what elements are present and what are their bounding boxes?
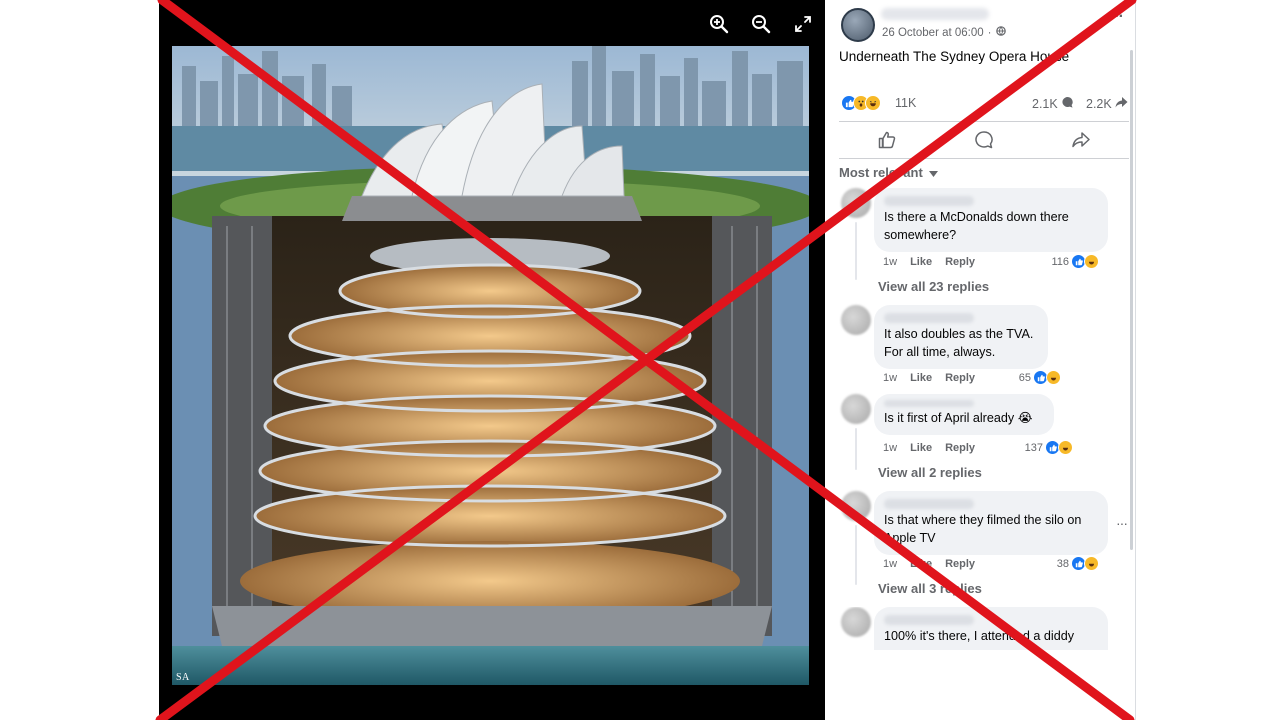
comment-bubble: Is that where they filmed the silo on Ap… [874, 491, 1108, 555]
comment-reactions[interactable]: 65 [1019, 370, 1061, 385]
comment-text-line2: Apple TV [884, 531, 936, 545]
comment-text-line1: Is there a McDonalds down there [884, 210, 1069, 224]
author-name-blurred[interactable] [881, 8, 989, 20]
comment-reply-link[interactable]: Reply [945, 442, 975, 454]
comment-time[interactable]: 1w [883, 442, 897, 454]
comment-reactions[interactable]: 116 [1051, 254, 1099, 269]
comment-like-link[interactable]: Like [910, 372, 932, 384]
comment-time[interactable]: 1w [883, 372, 897, 384]
comment-text-line2: For all time, always. [884, 345, 996, 359]
reply-thread-line [855, 222, 857, 280]
comment-reactions[interactable]: 137 [1025, 440, 1073, 455]
photo-viewer: SA [159, 0, 825, 720]
comment-time[interactable]: 1w [883, 558, 897, 570]
commenter-name-blurred[interactable] [884, 615, 974, 625]
post-panel: 26 October at 06:00 · ··· Underneath The… [825, 0, 1136, 720]
comment-text-line1: It also doubles as the TVA. [884, 327, 1034, 341]
thumbs-up-icon [879, 131, 896, 149]
comment-more-icon[interactable]: ··· [1116, 515, 1128, 531]
sort-label: Most relevant [839, 165, 923, 180]
author-avatar[interactable] [841, 8, 875, 42]
comment-sort-dropdown[interactable]: Most relevant [839, 165, 938, 180]
post-header: 26 October at 06:00 · ··· [839, 6, 1129, 46]
like-button[interactable] [857, 125, 917, 155]
comment-item: It also doubles as the TVA. For all time… [839, 305, 1129, 390]
avatar[interactable] [841, 305, 871, 335]
meta-separator: · [987, 26, 992, 39]
comment-text-line1: 100% it's there, I attended a diddy [884, 629, 1075, 643]
comment-bubble: Is it first of April already 😭 [874, 394, 1054, 435]
haha-icon [1084, 254, 1099, 269]
avatar[interactable] [841, 607, 871, 637]
share-button[interactable] [1051, 125, 1111, 155]
comment-reply-link[interactable]: Reply [945, 372, 975, 384]
share-arrow-icon [1115, 96, 1128, 112]
caret-down-icon [928, 165, 938, 180]
zoom-in-icon[interactable] [707, 10, 731, 38]
haha-icon [1046, 370, 1061, 385]
fullscreen-icon[interactable] [791, 10, 815, 38]
comment-item: Is there a McDonalds down there somewher… [839, 188, 1129, 294]
reactions-summary: 11K 2.1K 2.2K [839, 93, 1129, 113]
scrollbar[interactable] [1130, 50, 1133, 550]
viewer-toolbar [707, 10, 815, 38]
comment-meta: 1w Like Reply [883, 372, 988, 384]
watermark: SA [176, 672, 190, 683]
comment-reactions[interactable]: 38 [1057, 556, 1099, 571]
avatar[interactable] [841, 394, 871, 424]
comment-icon [975, 131, 993, 149]
haha-icon [1058, 440, 1073, 455]
comment-text-line1: Is that where they filmed the silo on [884, 513, 1082, 527]
panel-fade [825, 650, 1135, 720]
share-icon [1071, 132, 1090, 148]
globe-icon [995, 26, 1006, 39]
view-replies-link[interactable]: View all 23 replies [878, 279, 989, 294]
comment-count[interactable]: 2.1K [1032, 96, 1074, 112]
post-photo[interactable]: SA [172, 46, 809, 685]
comment-like-link[interactable]: Like [910, 256, 932, 268]
comment-item: Is it first of April already 😭 1w Like R… [839, 394, 1129, 486]
commenter-name-blurred[interactable] [884, 499, 974, 509]
reply-thread-line [855, 428, 857, 470]
haha-icon [1084, 556, 1099, 571]
comment-text-line2: somewhere? [884, 228, 957, 242]
comment-meta: 1w Like Reply [883, 256, 988, 268]
commenter-name-blurred[interactable] [884, 196, 974, 206]
share-count[interactable]: 2.2K [1086, 96, 1128, 112]
view-replies-link[interactable]: View all 3 replies [878, 581, 982, 596]
comment-reply-link[interactable]: Reply [945, 256, 975, 268]
comment-time[interactable]: 1w [883, 256, 897, 268]
post-timestamp[interactable]: 26 October at 06:00 [882, 27, 984, 39]
reply-thread-line [855, 525, 857, 585]
comment-bubble: Is there a McDonalds down there somewher… [874, 188, 1108, 252]
post-meta: 26 October at 06:00 · [882, 26, 1006, 39]
comment-reply-link[interactable]: Reply [945, 558, 975, 570]
reaction-icons[interactable] [841, 95, 881, 111]
commenter-name-blurred[interactable] [884, 313, 974, 323]
comment-bubble-icon [1061, 96, 1074, 112]
comment-meta: 1w Like Reply [883, 558, 988, 570]
haha-icon [865, 95, 881, 111]
avatar[interactable] [841, 188, 871, 218]
view-replies-link[interactable]: View all 2 replies [878, 465, 982, 480]
comment-like-link[interactable]: Like [910, 558, 932, 570]
comment-like-link[interactable]: Like [910, 442, 932, 454]
comment-button[interactable] [954, 125, 1014, 155]
comment-item: Is that where they filmed the silo on Ap… [839, 491, 1129, 601]
commenter-name-blurred[interactable] [884, 400, 974, 407]
avatar[interactable] [841, 491, 871, 521]
post-action-bar [839, 121, 1129, 159]
reaction-count[interactable]: 11K [895, 96, 916, 110]
more-options-icon[interactable]: ··· [1110, 8, 1124, 26]
comment-meta: 1w Like Reply [883, 442, 988, 454]
comment-text-line1: Is it first of April already 😭 [884, 411, 1033, 425]
post-text: Underneath The Sydney Opera House [839, 49, 1070, 64]
zoom-out-icon[interactable] [749, 10, 773, 38]
comment-bubble: It also doubles as the TVA. For all time… [874, 305, 1048, 369]
crying-laughing-emoji: 😭 [1017, 411, 1033, 425]
